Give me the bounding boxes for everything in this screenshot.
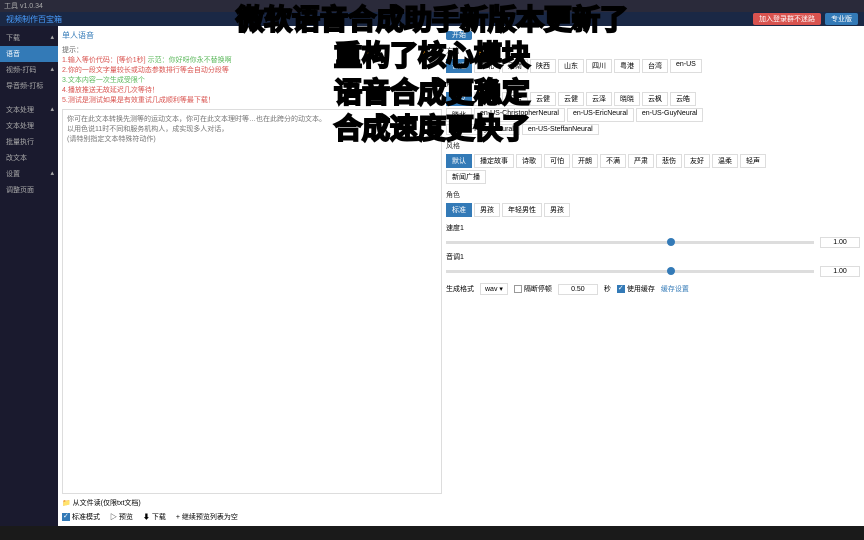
- quality-tag[interactable]: 标准: [446, 203, 472, 217]
- sidebar-item-batch[interactable]: 批量执行: [0, 134, 58, 150]
- voice-tag[interactable]: en-US-RogerNeural: [446, 124, 520, 135]
- dialect-label: 方言: [446, 46, 860, 56]
- from-file-button[interactable]: 从文件读(仅限txt文档): [73, 500, 141, 507]
- style-tag[interactable]: 友好: [684, 154, 710, 168]
- start-button[interactable]: 开始: [446, 31, 472, 40]
- windows-taskbar[interactable]: [0, 526, 864, 540]
- pitch-value[interactable]: 1.00: [820, 266, 860, 277]
- pause-checkbox[interactable]: [514, 285, 522, 293]
- sidebar-item-modify[interactable]: 改文本: [0, 150, 58, 166]
- preview-button[interactable]: ▷ 预览: [110, 512, 133, 522]
- voice-tag[interactable]: en-US-GuyNeural: [636, 108, 704, 122]
- cache-checkbox[interactable]: [617, 285, 625, 293]
- sidebar-item-settings[interactable]: 设置▴: [0, 166, 58, 182]
- pitch-slider[interactable]: [446, 270, 814, 273]
- speed-label: 速度1: [446, 223, 476, 233]
- style-tag[interactable]: 严肃: [628, 154, 654, 168]
- dialect-tag[interactable]: 河南: [502, 59, 528, 73]
- voice-tag[interactable]: en-US-EricNeural: [567, 108, 634, 122]
- dialect-tags: 普通 东北 河南 陕西 山东 四川 粤港 台湾 en-US: [446, 59, 860, 73]
- style-tag[interactable]: 新闻广播: [446, 170, 486, 184]
- quality-label: 角色: [446, 190, 860, 200]
- text-input[interactable]: [62, 109, 442, 494]
- voice-tag[interactable]: 云皓: [670, 92, 696, 106]
- style-tag[interactable]: 温柔: [712, 154, 738, 168]
- style-tag[interactable]: 悲伤: [656, 154, 682, 168]
- voice-tag[interactable]: 云夕: [446, 92, 472, 106]
- dialect-tag[interactable]: 粤港: [614, 59, 640, 73]
- voice-tag[interactable]: 云健: [558, 92, 584, 106]
- brand-logo: 视频制作百宝箱: [6, 14, 62, 25]
- dialect-tag[interactable]: 普通: [446, 59, 472, 73]
- voice-tag[interactable]: en-US-ChristopherNeural: [474, 108, 565, 122]
- window-titlebar: 工具 v1.0.34: [0, 0, 864, 12]
- app-topbar: 视频制作百宝箱 加入登录群不迷路 专业版: [0, 12, 864, 26]
- download-button[interactable]: ⬇ 下载: [143, 512, 166, 522]
- voice-tag[interactable]: en-US-SteffanNeural: [522, 124, 599, 135]
- sidebar-item-video[interactable]: 视频-打码▴: [0, 62, 58, 78]
- quality-tag[interactable]: 男孩: [474, 203, 500, 217]
- voice-tag[interactable]: 云健: [530, 92, 556, 106]
- dialect-tag[interactable]: 陕西: [530, 59, 556, 73]
- voice-tag[interactable]: 晓晓: [614, 92, 640, 106]
- speed-value[interactable]: 1.00: [820, 237, 860, 248]
- sidebar-item-voice[interactable]: 语音: [0, 46, 58, 62]
- pro-button[interactable]: 专业版: [825, 13, 858, 25]
- sidebar-item-text1[interactable]: 文本处理▴: [0, 102, 58, 118]
- voice-label: 角色: [446, 79, 860, 89]
- style-tag[interactable]: 轻声: [740, 154, 766, 168]
- tab-single[interactable]: 单人语音: [62, 30, 442, 41]
- preview-checkbox[interactable]: [62, 513, 70, 521]
- voice-tag[interactable]: 云野: [474, 92, 500, 106]
- sidebar: 下载▴ 语音 视频-打码▴ 导音频-打标 文本处理▴ 文本处理 批量执行 改文本…: [0, 26, 58, 526]
- sidebar-item-text2[interactable]: 文本处理: [0, 118, 58, 134]
- pause-value[interactable]: 0.50: [558, 284, 598, 295]
- speed-slider[interactable]: [446, 241, 814, 244]
- dialect-tag[interactable]: 四川: [586, 59, 612, 73]
- quality-tag[interactable]: 年轻男性: [502, 203, 542, 217]
- sidebar-item-download[interactable]: 下载▴: [0, 30, 58, 46]
- format-select[interactable]: wav ▾: [480, 283, 508, 295]
- cache-settings-link[interactable]: 缓存设置: [661, 284, 689, 294]
- style-label: 风格: [446, 141, 860, 151]
- style-tag[interactable]: 播定故事: [474, 154, 514, 168]
- style-tag[interactable]: 默认: [446, 154, 472, 168]
- window-title: 工具 v1.0.34: [4, 1, 43, 11]
- style-tag[interactable]: 不满: [600, 154, 626, 168]
- voice-tag[interactable]: 云枫: [642, 92, 668, 106]
- style-tag[interactable]: 开朗: [572, 154, 598, 168]
- voice-tag[interactable]: 云泽: [586, 92, 612, 106]
- quality-tag[interactable]: 男孩: [544, 203, 570, 217]
- dialect-tag[interactable]: 东北: [474, 59, 500, 73]
- pitch-label: 音调1: [446, 252, 476, 262]
- style-tag[interactable]: 可怕: [544, 154, 570, 168]
- dialect-tag[interactable]: en-US: [670, 59, 702, 73]
- voice-tag[interactable]: 云希: [502, 92, 528, 106]
- hints: 提示： 1.输入等价代码：[等价1秒] 示范：你好呀你永不替换啊 2.你的一段文…: [62, 45, 442, 105]
- add-list-button[interactable]: + 继续预览列表为空: [176, 512, 238, 522]
- sidebar-item-adjust[interactable]: 调整页面: [0, 182, 58, 198]
- dialect-tag[interactable]: 山东: [558, 59, 584, 73]
- dialect-tag[interactable]: 台湾: [642, 59, 668, 73]
- login-group-button[interactable]: 加入登录群不迷路: [753, 13, 821, 25]
- sidebar-item-audio[interactable]: 导音频-打标: [0, 78, 58, 94]
- style-tag[interactable]: 诗歌: [516, 154, 542, 168]
- voice-tag[interactable]: 晓北: [446, 108, 472, 122]
